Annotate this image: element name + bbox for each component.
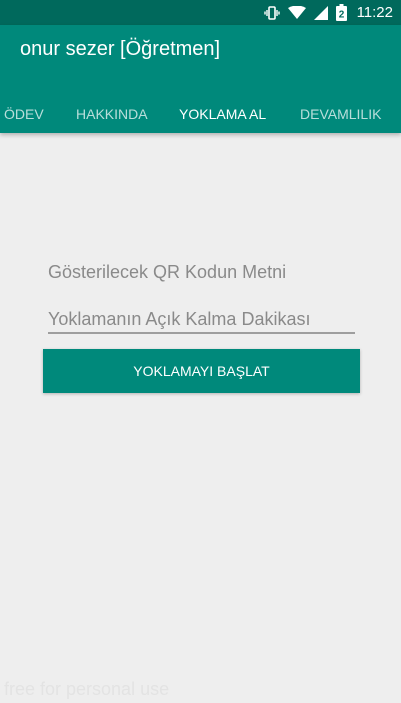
tab-hakkinda[interactable]: HAKKINDA [76,95,148,133]
start-attendance-button[interactable]: YOKLAMAYI BAŞLAT [43,349,360,393]
status-bar: 2 11:22 [0,0,401,25]
tab-devamlilik[interactable]: DEVAMLILIK [300,95,381,133]
battery-icon: 2 [335,4,347,21]
watermark-text: free for personal use [4,679,170,699]
tab-bar: ÖDEV HAKKINDA YOKLAMA AL DEVAMLILIK [0,95,401,133]
vibrate-icon [263,5,280,20]
status-icons: 2 11:22 [263,0,393,25]
tab-yoklama-al[interactable]: YOKLAMA AL [179,95,266,133]
app-title: onur sezer [Öğretmen] [20,38,221,60]
open-minutes-input[interactable]: Yoklamanın Açık Kalma Dakikası [48,306,355,334]
tab-odev[interactable]: ÖDEV [4,95,44,133]
signal-icon [313,5,328,20]
qr-text-input[interactable]: Gösterilecek QR Kodun Metni [48,258,355,286]
status-time: 11:22 [356,4,393,21]
battery-level-text: 2 [338,10,344,21]
wifi-icon [287,5,306,20]
app-bar: onur sezer [Öğretmen] ÖDEV HAKKINDA YOKL… [0,25,401,133]
